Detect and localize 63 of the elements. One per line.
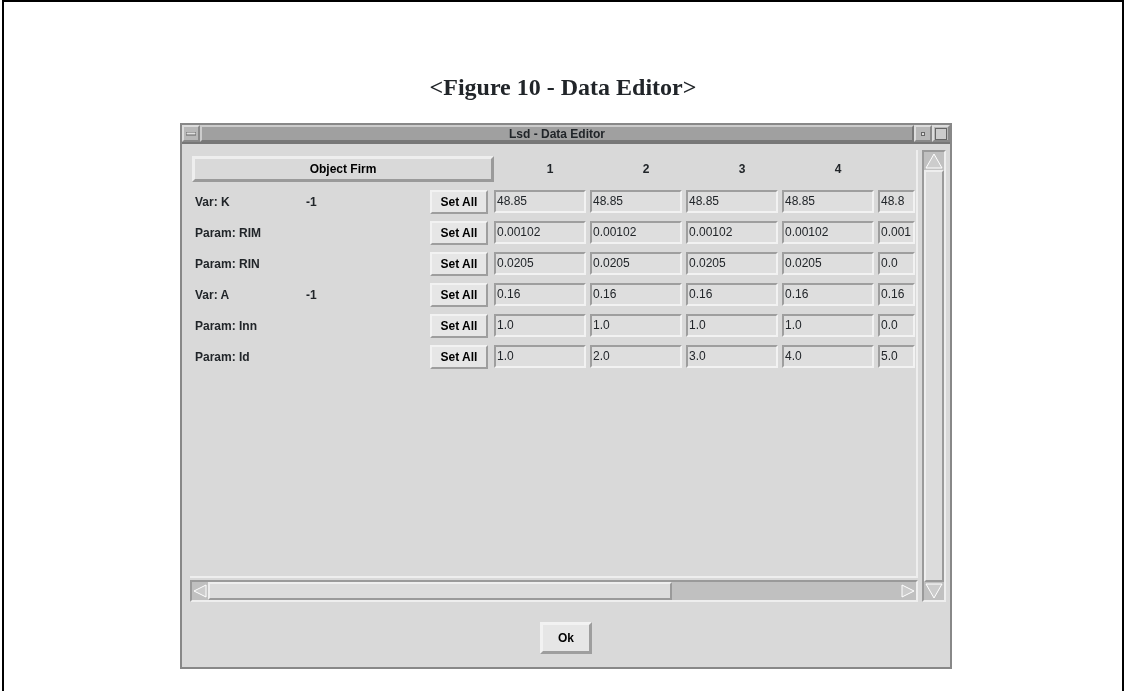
value-field[interactable]: 0.00102 [686, 221, 778, 244]
value-field[interactable]: 1.0 [782, 314, 874, 337]
maximize-button[interactable] [932, 125, 950, 142]
lag-value: -1 [306, 286, 318, 304]
row-label: Param: RIM [194, 224, 263, 242]
object-button[interactable]: Object Firm [192, 156, 494, 182]
value-field[interactable]: 1.0 [494, 345, 586, 368]
row-label: Param: Inn [194, 317, 258, 335]
value-field[interactable]: 2.0 [590, 345, 682, 368]
value-field[interactable]: 0.0205 [686, 252, 778, 275]
set-all-button[interactable]: Set All [430, 313, 488, 338]
horizontal-scrollbar[interactable] [190, 580, 918, 602]
value-field[interactable]: 0.16 [590, 283, 682, 306]
column-header: 1 [545, 161, 555, 178]
window-menu-button[interactable] [182, 125, 200, 142]
value-field[interactable]: 0.0205 [782, 252, 874, 275]
square-icon [935, 127, 947, 140]
value-field[interactable]: 48.85 [590, 190, 682, 213]
value-field[interactable]: 48.85 [782, 190, 874, 213]
value-field[interactable]: 0.16 [686, 283, 778, 306]
ok-button[interactable]: Ok [540, 621, 592, 654]
set-all-button[interactable]: Set All [430, 220, 488, 245]
value-field[interactable]: 0.00102 [590, 221, 682, 244]
column-header: 2 [641, 161, 651, 178]
column-header: 3 [737, 161, 747, 178]
value-field[interactable]: 0.00102 [782, 221, 874, 244]
vertical-scrollbar[interactable] [922, 150, 946, 602]
lag-value: -1 [306, 193, 318, 211]
value-field[interactable]: 0.16 [782, 283, 874, 306]
minimize-button[interactable] [914, 125, 932, 142]
row-label: Param: RIN [194, 255, 261, 273]
row-label: Param: Id [194, 348, 251, 366]
row-label: Var: A [194, 286, 231, 304]
value-field[interactable]: 0.0205 [590, 252, 682, 275]
value-field[interactable]: 1.0 [590, 314, 682, 337]
window-title: Lsd - Data Editor [200, 125, 914, 142]
set-all-button[interactable]: Set All [430, 344, 488, 369]
value-field[interactable]: 0.00102 [494, 221, 586, 244]
scroll-right-icon[interactable] [900, 583, 916, 599]
value-field[interactable]: 0.16 [494, 283, 586, 306]
dash-icon [186, 131, 196, 136]
scrollbar-thumb[interactable] [208, 582, 672, 600]
value-field[interactable]: 0.0 [878, 314, 915, 337]
set-all-button[interactable]: Set All [430, 189, 488, 214]
scrollbar-thumb[interactable] [924, 170, 944, 582]
value-field[interactable]: 0.0205 [494, 252, 586, 275]
value-field[interactable]: 4.0 [782, 345, 874, 368]
value-field[interactable]: 48.85 [494, 190, 586, 213]
column-header: 4 [833, 161, 843, 178]
value-field[interactable]: 5.0 [878, 345, 915, 368]
value-field[interactable]: 0.001 [878, 221, 915, 244]
value-field[interactable]: 1.0 [494, 314, 586, 337]
set-all-button[interactable]: Set All [430, 282, 488, 307]
value-field[interactable]: 0.16 [878, 283, 915, 306]
row-label: Var: K [194, 193, 231, 211]
figure-caption: <Figure 10 - Data Editor> [428, 73, 698, 102]
set-all-button[interactable]: Set All [430, 251, 488, 276]
value-field[interactable]: 3.0 [686, 345, 778, 368]
value-field[interactable]: 48.85 [686, 190, 778, 213]
scroll-left-icon[interactable] [192, 583, 208, 599]
value-field[interactable]: 0.0 [878, 252, 915, 275]
value-field[interactable]: 1.0 [686, 314, 778, 337]
value-field[interactable]: 48.8 [878, 190, 915, 213]
